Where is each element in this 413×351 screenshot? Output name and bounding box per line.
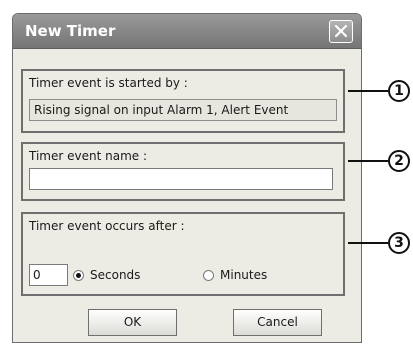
callout-1: 1	[388, 80, 410, 102]
callout-3: 3	[388, 232, 410, 254]
callout-leader-lines	[348, 90, 388, 244]
callout-2: 2	[388, 150, 410, 172]
